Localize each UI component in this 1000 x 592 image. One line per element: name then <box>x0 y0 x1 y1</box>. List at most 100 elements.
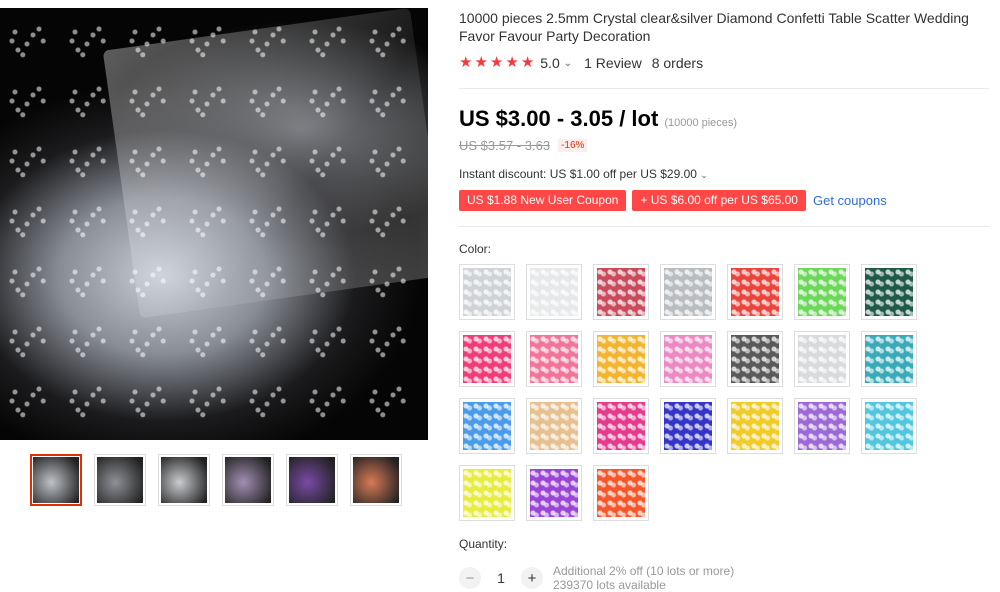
color-swatch-pearl-white[interactable] <box>794 331 850 387</box>
swatch-image <box>597 268 645 316</box>
swatch-image <box>798 268 846 316</box>
color-swatch-lemon[interactable] <box>459 465 515 521</box>
color-swatch-sky-blue[interactable] <box>459 398 515 454</box>
quantity-notes: Additional 2% off (10 lots or more) 2393… <box>553 564 734 592</box>
product-title: 10000 pieces 2.5mm Crystal clear&silver … <box>459 10 969 44</box>
get-coupons-link[interactable]: Get coupons <box>813 193 887 208</box>
discount-badge: -16% <box>558 139 588 152</box>
rating-row: ★ ★ ★ ★ ★ 5.0 ⌄ 1 Review 8 orders <box>459 55 704 72</box>
color-swatch-black[interactable] <box>727 331 783 387</box>
color-swatch-rose-red[interactable] <box>593 264 649 320</box>
color-swatch-champagne[interactable] <box>526 398 582 454</box>
thumb-assorted-bags[interactable] <box>222 454 274 506</box>
color-swatch-silver[interactable] <box>660 264 716 320</box>
swatch-image <box>798 335 846 383</box>
quantity-input[interactable] <box>485 567 517 589</box>
plus-icon[interactable]: + <box>521 567 543 589</box>
coupon-row: US $1.88 New User Coupon + US $6.00 off … <box>459 190 887 211</box>
swatch-image <box>530 268 578 316</box>
instant-discount[interactable]: Instant discount: US $1.00 off per US $2… <box>459 167 708 181</box>
star-icon: ★ <box>474 54 488 71</box>
price-unit-note: (10000 pieces) <box>664 117 738 129</box>
star-icon: ★ <box>520 54 535 71</box>
quantity-stepper: − + Additional 2% off (10 lots or more) … <box>459 564 734 592</box>
thumb-multicolor-dark[interactable] <box>286 454 338 506</box>
color-swatch-grid <box>459 264 929 521</box>
color-swatch-royal-blue[interactable] <box>660 398 716 454</box>
color-swatch-light-green[interactable] <box>794 264 850 320</box>
thumbnail-image <box>161 457 207 503</box>
star-icon: ★ <box>459 54 473 71</box>
color-label: Color: <box>459 242 492 256</box>
swatch-image <box>463 268 511 316</box>
swatch-image <box>597 469 645 517</box>
swatch-image <box>597 402 645 450</box>
swatch-image <box>731 402 779 450</box>
swatch-image <box>664 335 712 383</box>
thumb-silver-closeup[interactable] <box>94 454 146 506</box>
original-price-row: US $3.57 - 3.63 -16% <box>459 138 588 153</box>
original-price: US $3.57 - 3.63 <box>459 138 551 153</box>
swatch-image <box>664 402 712 450</box>
color-swatch-dark-green[interactable] <box>861 264 917 320</box>
thumbnail-strip <box>30 454 402 506</box>
swatch-image <box>463 469 511 517</box>
color-swatch-light-pink[interactable] <box>660 331 716 387</box>
review-count[interactable]: 1 Review <box>584 55 642 71</box>
chevron-down-icon: ⌄ <box>700 170 708 180</box>
color-swatch-lavender[interactable] <box>794 398 850 454</box>
color-swatch-red[interactable] <box>727 264 783 320</box>
thumbnail-image <box>225 457 271 503</box>
swatch-image <box>798 402 846 450</box>
swatch-image <box>731 268 779 316</box>
new-user-coupon-button[interactable]: US $1.88 New User Coupon <box>459 190 627 211</box>
price-row: US $3.00 - 3.05 / lot (10000 pieces) <box>459 106 737 132</box>
thumb-crystal-pile[interactable] <box>30 454 82 506</box>
instant-discount-text: Instant discount: US $1.00 off per US $2… <box>459 167 697 181</box>
rating-score[interactable]: 5.0 <box>540 55 559 71</box>
color-swatch-yellow[interactable] <box>727 398 783 454</box>
current-price: US $3.00 - 3.05 / lot <box>459 106 659 131</box>
swatch-image <box>865 335 913 383</box>
star-rating: ★ ★ ★ ★ ★ <box>459 55 534 71</box>
thumbnail-image <box>97 457 143 503</box>
thumb-multicolor-light[interactable] <box>350 454 402 506</box>
color-swatch-fuchsia[interactable] <box>593 398 649 454</box>
color-swatch-hot-pink[interactable] <box>459 331 515 387</box>
star-icon: ★ <box>505 54 519 71</box>
color-swatch-teal[interactable] <box>861 331 917 387</box>
color-swatch-white[interactable] <box>526 264 582 320</box>
swatch-image <box>463 335 511 383</box>
thumbnail-image <box>353 457 399 503</box>
swatch-image <box>865 402 913 450</box>
swatch-image <box>664 268 712 316</box>
minus-icon[interactable]: − <box>459 567 481 589</box>
bulk-discount-note: Additional 2% off (10 lots or more) <box>553 564 735 578</box>
main-product-image[interactable] <box>0 8 428 440</box>
swatch-image <box>530 402 578 450</box>
swatch-image <box>530 469 578 517</box>
swatch-image <box>865 268 913 316</box>
color-swatch-gold-yellow[interactable] <box>593 331 649 387</box>
swatch-image <box>731 335 779 383</box>
swatch-image <box>530 335 578 383</box>
store-coupon-button[interactable]: + US $6.00 off per US $65.00 <box>632 190 806 211</box>
quantity-label: Quantity: <box>459 537 508 551</box>
thumbnail-image <box>289 457 335 503</box>
lots-available: 239370 lots available <box>553 578 666 592</box>
thumbnail-image <box>33 457 79 503</box>
color-swatch-purple[interactable] <box>526 465 582 521</box>
order-count: 8 orders <box>651 55 704 71</box>
crystal-sparkles <box>0 8 428 440</box>
swatch-image <box>463 402 511 450</box>
thumb-bag[interactable] <box>158 454 210 506</box>
color-swatch-pink[interactable] <box>526 331 582 387</box>
swatch-image <box>597 335 645 383</box>
divider <box>459 226 989 227</box>
color-swatch-orange[interactable] <box>593 465 649 521</box>
divider <box>459 88 989 89</box>
color-swatch-crystal-clear[interactable] <box>459 264 515 320</box>
color-swatch-aqua[interactable] <box>861 398 917 454</box>
star-icon: ★ <box>489 54 504 71</box>
chevron-down-icon[interactable]: ⌄ <box>564 58 572 69</box>
